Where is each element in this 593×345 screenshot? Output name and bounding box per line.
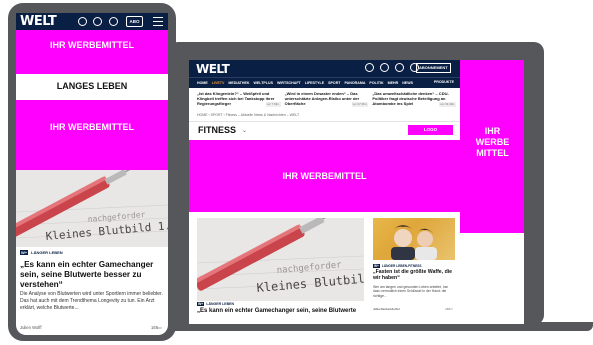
side-article-title[interactable]: „Fasten ist die größte Waffe, die wir ha… — [373, 269, 453, 281]
desktop-header: WELT ABONNEMENT — [189, 60, 460, 77]
nav-item-politik[interactable]: POLITIK — [369, 81, 383, 85]
ad-banner-mid[interactable] — [16, 100, 168, 170]
menu-icon[interactable] — [153, 17, 163, 26]
help-icon[interactable] — [93, 17, 102, 26]
desktop-nav: HOME LIVETV MEDIATHEK WELTPLUS WIRTSCHAFT LIF… — [189, 77, 460, 88]
comment-icon[interactable]: ▭ — [158, 325, 162, 330]
article-tag: W+ LÄNGER LEBEN — [197, 302, 234, 306]
ressort-title[interactable]: FITNESS — [198, 125, 236, 135]
section-title[interactable]: LANGES LEBEN — [16, 81, 168, 91]
side-article-meta: Julia Reckendorfer ▭ 166 — [373, 307, 453, 311]
ticker-item[interactable]: „Ist das Klingenlein?“ – Weißpfeil und K… — [197, 91, 281, 110]
nav-item-home[interactable]: HOME — [197, 81, 208, 85]
ad-banner-label: IHR WERBEMITTEL — [282, 171, 367, 181]
search-icon[interactable] — [78, 17, 87, 26]
sponsor-logo-box[interactable]: LOGO — [408, 125, 453, 135]
nav-item-mediathek[interactable]: MEDIATHEK — [228, 81, 249, 85]
welt-logo[interactable]: WELT — [196, 62, 230, 76]
nav-item-lifestyle[interactable]: LIFESTYLE — [305, 81, 324, 85]
article-title[interactable]: „Es kann ein echter Gamechanger sein, se… — [197, 308, 377, 314]
help-icon[interactable] — [395, 63, 404, 72]
user-icon[interactable] — [109, 17, 118, 26]
article-title[interactable]: „Es kann ein echter Gamechanger sein, se… — [20, 260, 166, 290]
nav-item-news[interactable]: NEWS — [402, 81, 413, 85]
article-image[interactable]: nachgeforder Kleines Blutbild 1. — [197, 218, 364, 301]
mobile-header: WELT ABO — [16, 13, 168, 30]
article-image[interactable]: nachgeforder Kleines Blutbild 1. — [16, 170, 168, 247]
abo-button[interactable]: ABONNEMENT — [416, 63, 451, 73]
search-icon[interactable] — [380, 63, 389, 72]
article-teaser: Die Analyse von Blutwerten wird unter Sp… — [20, 291, 163, 311]
nav-item-livetv[interactable]: LIVETV — [212, 81, 225, 85]
welt-logo[interactable]: WELT — [20, 14, 57, 29]
abo-button[interactable]: ABO — [126, 16, 143, 27]
nav-item-panorama[interactable]: PANORAMA — [345, 81, 366, 85]
side-article-teaser: Wer am langen und gesunden Leben arbeite… — [373, 285, 448, 298]
clock-icon[interactable] — [365, 63, 374, 72]
ad-banner-top[interactable] — [16, 30, 168, 74]
news-ticker: „Ist das Klingenlein?“ – Weißpfeil und K… — [189, 88, 460, 110]
side-article-image[interactable] — [373, 218, 455, 260]
ad-banner-top-label: IHR WERBEMITTEL — [50, 40, 134, 50]
ticker-item[interactable]: „Wird in einem Desaster enden“ – Das unt… — [285, 91, 369, 110]
laptop-screen: WELT ABONNEMENT HOME LIVETV MEDIATHEK WELTP… — [189, 60, 524, 324]
chevron-down-icon[interactable]: ⌄ — [242, 127, 247, 134]
article-tag: W+ LÄNGER LEBEN — [20, 250, 63, 255]
phone-screen: WELT ABO IHR WERBEMITTEL LANGES LEBEN IH… — [16, 13, 168, 335]
nav-products[interactable]: PRODUKTE — [434, 80, 454, 84]
nav-item-mehr[interactable]: MEHR — [388, 81, 399, 85]
nav-item-wirtschaft[interactable]: WIRTSCHAFT — [277, 81, 301, 85]
breadcrumb[interactable]: HOME › SPORT › Fitness – Aktuelle News &… — [197, 113, 299, 117]
nav-item-sport[interactable]: SPORT — [328, 81, 340, 85]
ticker-item[interactable]: „Das umweltschädliche denken“ – CDU-Poli… — [372, 91, 457, 110]
comment-icon[interactable]: ▭ — [450, 307, 453, 311]
nav-item-weltplus[interactable]: WELTPLUS — [253, 81, 273, 85]
side-article-tag: W+ LÄNGER LEBEN-FITNESS — [373, 264, 422, 268]
ad-banner-mid-label: IHR WERBEMITTEL — [50, 122, 134, 132]
ad-skyscraper-label: IHR WERBE MITTEL — [475, 126, 510, 158]
article-meta: Julien Wolff ▭ 166 — [20, 325, 162, 330]
